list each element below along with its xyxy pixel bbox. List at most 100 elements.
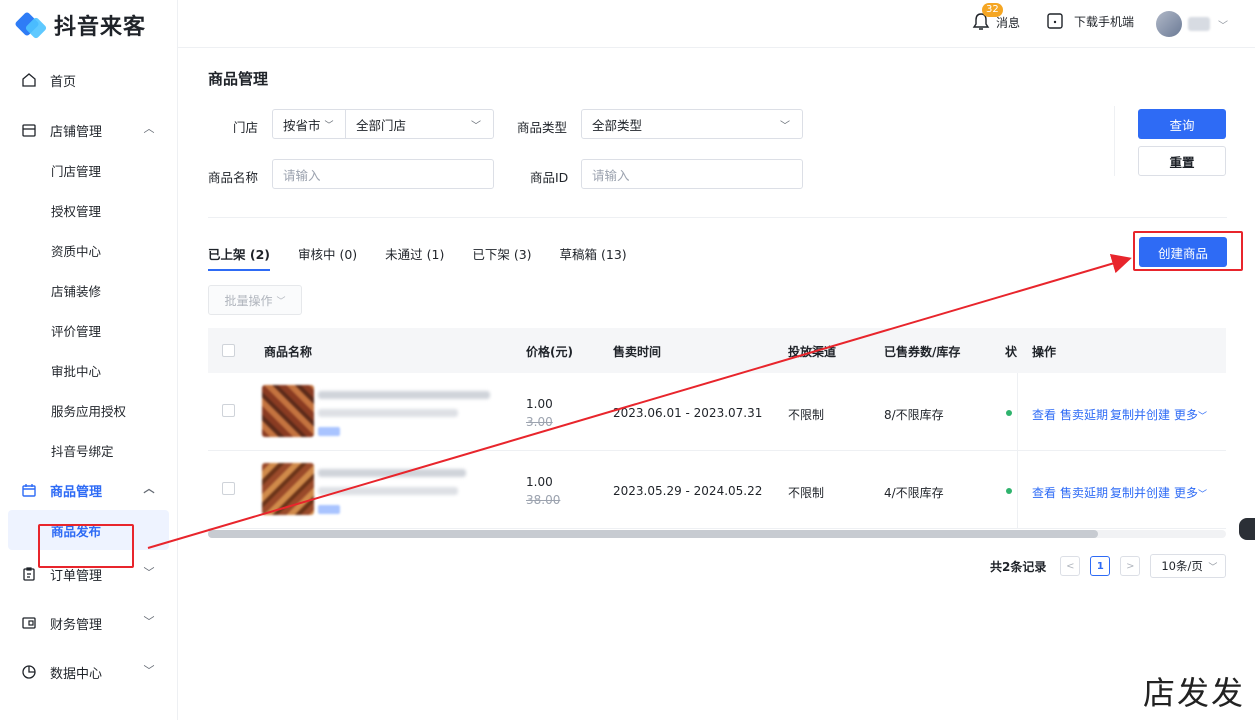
notification-count-badge: 32 xyxy=(982,3,1003,17)
sidebar-item-qualification[interactable]: 资质中心 xyxy=(0,230,177,270)
chevron-down-icon: ﹀ xyxy=(143,664,155,677)
name-input[interactable]: 请输入 xyxy=(272,159,494,189)
page-size-select[interactable]: 10条/页 ﹀ xyxy=(1150,554,1227,578)
type-select-value: 全部类型 xyxy=(592,117,643,133)
batch-actions-button[interactable]: 批量操作 ﹀ xyxy=(208,285,302,315)
pie-chart-icon xyxy=(20,663,38,681)
sidebar-item-service-apps[interactable]: 服务应用授权 xyxy=(0,390,177,430)
product-icon xyxy=(20,481,38,499)
chevron-down-icon: ﹀ xyxy=(471,120,481,132)
copy-create-link[interactable]: 复制并创建 xyxy=(1110,484,1170,501)
type-select[interactable]: 全部类型 ﹀ xyxy=(581,109,803,139)
watermark: 店发发 xyxy=(1142,674,1245,712)
tab-drafts[interactable]: 草稿箱 (13) xyxy=(560,244,627,271)
name-input-placeholder: 请输入 xyxy=(283,167,321,183)
price: 1.00 xyxy=(526,475,553,489)
table-header: 商品名称 价格(元) 售卖时间 投放渠道 已售券数/库存 状 操作 xyxy=(208,328,1226,373)
tab-reviewing[interactable]: 审核中 (0) xyxy=(298,244,357,271)
sidebar-item-finance[interactable]: 财务管理 ﹀ xyxy=(0,603,177,643)
divider xyxy=(208,217,1227,218)
chevron-down-icon: ﹀ xyxy=(1198,412,1208,422)
product-table: 商品名称 价格(元) 售卖时间 投放渠道 已售券数/库存 状 操作 1.00 3… xyxy=(208,328,1226,529)
col-name: 商品名称 xyxy=(264,345,313,359)
status-dot xyxy=(1006,410,1012,416)
sidebar-item-label: 店铺管理 xyxy=(50,124,103,140)
chevron-down-icon: ﹀ xyxy=(1198,490,1208,500)
sidebar-item-stores[interactable]: 门店管理 xyxy=(0,150,177,190)
select-all-checkbox[interactable] xyxy=(222,344,235,357)
id-filter-label: 商品ID xyxy=(530,170,569,185)
user-menu[interactable]: ﹀ xyxy=(1156,11,1228,37)
extend-link[interactable]: 售卖延期 xyxy=(1060,484,1108,501)
sidebar-item-decoration[interactable]: 店铺装修 xyxy=(0,270,177,310)
notifications-button[interactable]: 32 消息 xyxy=(972,3,1021,32)
reset-button[interactable]: 重置 xyxy=(1138,146,1226,176)
page-number-button[interactable]: 1 xyxy=(1090,556,1111,576)
row-checkbox[interactable] xyxy=(222,404,235,417)
channel: 不限制 xyxy=(788,486,825,500)
copy-create-link[interactable]: 复制并创建 xyxy=(1110,406,1170,423)
store-select[interactable]: 全部门店 xyxy=(346,115,406,134)
view-link[interactable]: 查看 xyxy=(1032,406,1056,423)
id-input[interactable]: 请输入 xyxy=(581,159,803,189)
sale-time: 2023.05.29 - 2024.05.22 xyxy=(613,484,763,498)
prev-page-button[interactable]: < xyxy=(1060,556,1081,576)
sidebar-item-authorization[interactable]: 授权管理 xyxy=(0,190,177,230)
sidebar-item-label: 财务管理 xyxy=(50,617,103,633)
query-button[interactable]: 查询 xyxy=(1138,109,1226,139)
product-name xyxy=(318,391,490,399)
sidebar-item-label: 商品管理 xyxy=(50,484,103,500)
horizontal-scrollbar[interactable] xyxy=(208,530,1226,538)
tab-listed[interactable]: 已上架 (2) xyxy=(208,244,270,271)
sidebar-item-store-management[interactable]: 店铺管理 ︿ xyxy=(0,110,177,150)
product-thumbnail xyxy=(262,463,314,515)
chevron-down-icon: ﹀ xyxy=(324,120,334,131)
scrollbar-thumb[interactable] xyxy=(208,530,1098,538)
chevron-down-icon: ﹀ xyxy=(1208,562,1218,573)
total-records: 共2条记录 xyxy=(990,559,1047,574)
type-filter-label: 商品类型 xyxy=(517,120,568,135)
chevron-down-icon: ﹀ xyxy=(143,566,155,579)
sidebar-item-douyin-binding[interactable]: 抖音号绑定 xyxy=(0,430,177,470)
next-page-button[interactable]: > xyxy=(1120,556,1141,576)
brand-logo-icon xyxy=(14,11,48,40)
store-region-select[interactable]: 按省市 xyxy=(273,115,321,134)
sidebar-nav: 首页 店铺管理 ︿ 门店管理 授权管理 资质中心 店铺装修 评价管理 审批中心 … xyxy=(0,60,177,692)
product-subtitle xyxy=(318,487,458,495)
product-thumbnail xyxy=(262,385,314,437)
sidebar-item-home[interactable]: 首页 xyxy=(0,60,177,100)
chevron-down-icon: ﹀ xyxy=(780,120,790,132)
brand[interactable]: 抖音来客 xyxy=(0,0,177,50)
col-channel: 投放渠道 xyxy=(788,345,837,359)
table-row: 1.00 3.00 2023.06.01 - 2023.07.31 不限制 8/… xyxy=(208,373,1226,451)
avatar xyxy=(1156,11,1182,37)
pagination: 共2条记录 < 1 > 10条/页 ﹀ xyxy=(990,554,1227,578)
more-link[interactable]: 更多﹀ xyxy=(1174,484,1207,501)
sidebar-item-approvals[interactable]: 审批中心 xyxy=(0,350,177,390)
more-label: 更多 xyxy=(1174,408,1199,422)
notifications-label: 消息 xyxy=(996,15,1021,30)
extend-link[interactable]: 售卖延期 xyxy=(1060,406,1108,423)
assistant-robot-icon[interactable] xyxy=(1239,518,1255,540)
download-app-button[interactable]: 下载手机端 xyxy=(1046,12,1134,30)
view-link[interactable]: 查看 xyxy=(1032,484,1056,501)
sidebar-item-product-management[interactable]: 商品管理 ︿ xyxy=(0,470,177,510)
status-dot xyxy=(1006,488,1012,494)
store-filter-label: 门店 xyxy=(233,120,259,135)
row-checkbox[interactable] xyxy=(222,482,235,495)
tab-rejected[interactable]: 未通过 (1) xyxy=(385,244,444,271)
sidebar-item-data-center[interactable]: 数据中心 ﹀ xyxy=(0,652,177,692)
sold-stock: 4/不限库存 xyxy=(884,486,944,500)
chevron-up-icon: ︿ xyxy=(143,122,155,135)
store-filter[interactable]: 按省市 ﹀ 全部门店 ﹀ xyxy=(272,109,494,139)
main-content: 商品管理 门店 按省市 ﹀ 全部门店 ﹀ 商品类型 全部类型 ﹀ 商品名称 请输… xyxy=(178,48,1255,720)
sidebar-item-reviews[interactable]: 评价管理 xyxy=(0,310,177,350)
page-size-value: 10条/页 xyxy=(1161,559,1203,573)
download-label: 下载手机端 xyxy=(1074,14,1135,29)
brand-name: 抖音来客 xyxy=(54,15,147,40)
home-icon xyxy=(20,71,38,89)
original-price: 3.00 xyxy=(526,415,553,429)
more-link[interactable]: 更多﹀ xyxy=(1174,406,1207,423)
tab-delisted[interactable]: 已下架 (3) xyxy=(472,244,531,271)
topbar: 32 消息 下载手机端 ﹀ xyxy=(178,0,1255,48)
